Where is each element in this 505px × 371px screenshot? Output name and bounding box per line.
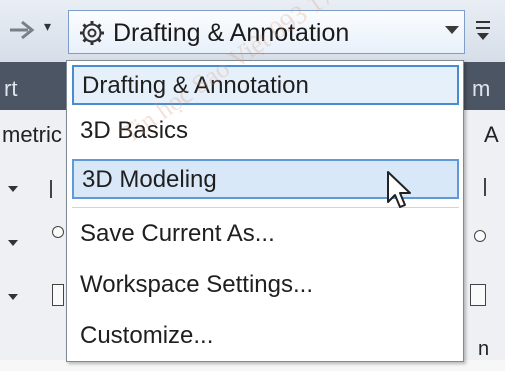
- menu-item-drafting-annotation[interactable]: Drafting & Annotation: [72, 65, 459, 105]
- panel-label-fragment-right: A: [484, 122, 499, 147]
- gear-icon: [80, 21, 104, 45]
- table-icon[interactable]: [470, 284, 486, 306]
- tool-dropdown-icon[interactable]: [8, 294, 18, 300]
- ribbon-tab-fragment-right[interactable]: m: [472, 76, 490, 102]
- tool-dropdown-icon[interactable]: [8, 186, 18, 192]
- qat-dropdown-icon[interactable]: ▾: [44, 18, 51, 35]
- ribbon-tab-fragment-left[interactable]: rt: [4, 76, 17, 102]
- mouse-cursor-icon: [387, 171, 411, 208]
- redo-arrow-icon[interactable]: [6, 10, 40, 50]
- menu-item-workspace-settings[interactable]: Workspace Settings...: [72, 266, 459, 306]
- menu-item-customize[interactable]: Customize...: [72, 317, 459, 357]
- tool-icon[interactable]: [474, 230, 486, 242]
- chevron-down-icon[interactable]: [445, 26, 459, 34]
- tool-dropdown-icon[interactable]: [8, 240, 18, 246]
- tool-icon[interactable]: [472, 178, 486, 196]
- menu-item-save-current-as[interactable]: Save Current As...: [72, 215, 459, 255]
- tool-icon[interactable]: [50, 180, 62, 198]
- tool-icon[interactable]: [52, 226, 64, 238]
- panel-label-fragment-left: metric: [2, 122, 62, 147]
- customize-toolbar-icon[interactable]: [472, 14, 494, 44]
- tool-icon[interactable]: [52, 284, 64, 306]
- panel-label-fragment-bottom: n: [478, 338, 490, 360]
